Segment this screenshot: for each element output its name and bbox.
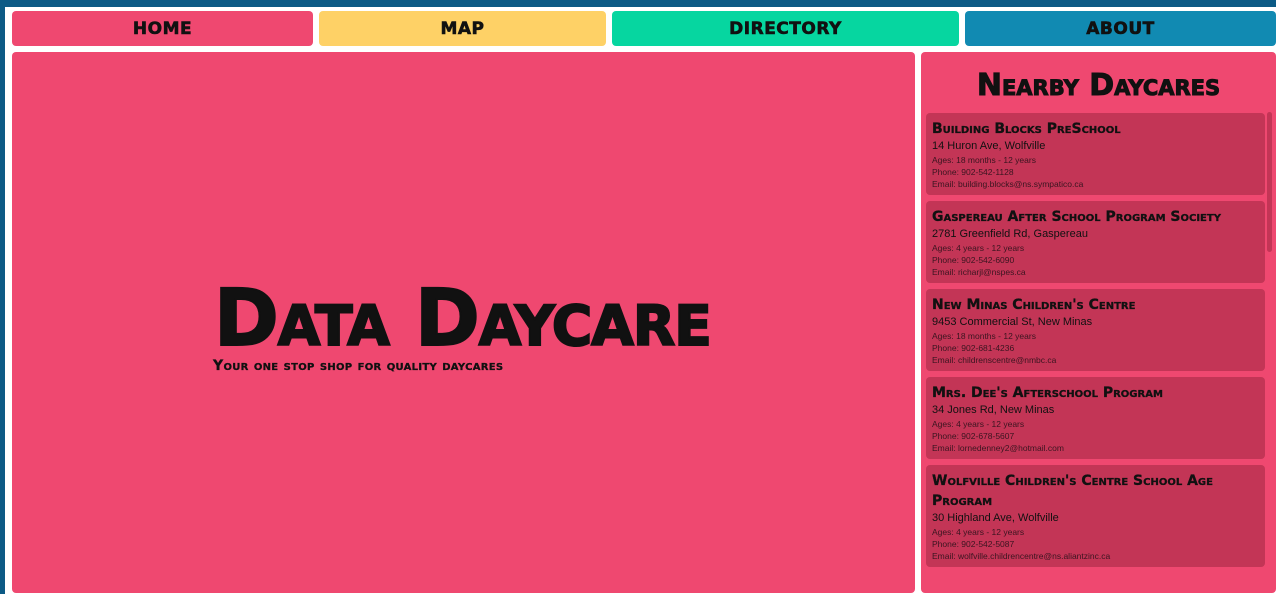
nav-about-button[interactable]: ABOUT <box>965 11 1276 46</box>
daycare-name: Gaspereau After School Program Society <box>932 209 1221 225</box>
daycare-address: 34 Jones Rd, New Minas <box>932 404 1055 416</box>
daycare-card[interactable]: New Minas Children's Centre 9453 Commerc… <box>926 289 1265 371</box>
window-frame-top <box>0 0 1276 7</box>
daycare-email: Email: wolfville.childrencentre@ns.alian… <box>932 551 1111 561</box>
hero-title: Data Daycare <box>213 274 713 364</box>
daycare-name: New Minas Children's Centre <box>932 297 1136 313</box>
daycare-address: 14 Huron Ave, Wolfville <box>932 140 1046 152</box>
daycare-address: 2781 Greenfield Rd, Gaspereau <box>932 228 1088 240</box>
daycare-card[interactable]: Gaspereau After School Program Society 2… <box>926 201 1265 283</box>
daycare-email: Email: lornedenney2@hotmail.com <box>932 443 1064 453</box>
daycare-email: Email: building.blocks@ns.sympatico.ca <box>932 179 1084 189</box>
nearby-daycares-panel: Nearby Daycares Building Blocks PreSchoo… <box>921 52 1276 593</box>
daycare-name: Mrs. Dee's Afterschool Program <box>932 385 1163 401</box>
nav-map-button[interactable]: MAP <box>319 11 606 46</box>
daycare-name: Building Blocks PreSchool <box>932 121 1121 137</box>
daycare-address: 30 Highland Ave, Wolfville <box>932 512 1059 524</box>
hero-subtitle: Your one stop shop for quality daycares <box>213 358 504 374</box>
nav-directory-button[interactable]: DIRECTORY <box>612 11 959 46</box>
sidebar-title: Nearby Daycares <box>976 68 1221 104</box>
daycare-email: Email: richarjl@nspes.ca <box>932 267 1026 277</box>
daycare-ages: Ages: 18 months - 12 years <box>932 331 1036 341</box>
daycare-ages: Ages: 4 years - 12 years <box>932 243 1025 253</box>
daycare-card[interactable]: Mrs. Dee's Afterschool Program 34 Jones … <box>926 377 1265 459</box>
daycare-ages: Ages: 4 years - 12 years <box>932 527 1025 537</box>
daycare-card[interactable]: Wolfville Children's Centre School Age P… <box>926 465 1265 567</box>
daycare-name: Wolfville Children's Centre School Age P… <box>932 473 1213 509</box>
daycare-ages: Ages: 4 years - 12 years <box>932 419 1025 429</box>
daycare-email: Email: childrenscentre@nmbc.ca <box>932 355 1057 365</box>
window-frame-left <box>0 0 5 594</box>
daycare-list[interactable]: Building Blocks PreSchool 14 Huron Ave, … <box>926 113 1265 593</box>
daycare-phone: Phone: 902-542-1128 <box>932 167 1014 177</box>
nav-home-button[interactable]: HOME <box>12 11 313 46</box>
daycare-address: 9453 Commercial St, New Minas <box>932 316 1093 328</box>
sidebar-scrollbar[interactable] <box>1267 112 1272 252</box>
daycare-ages: Ages: 18 months - 12 years <box>932 155 1036 165</box>
daycare-card[interactable]: Building Blocks PreSchool 14 Huron Ave, … <box>926 113 1265 195</box>
daycare-phone: Phone: 902-678-5607 <box>932 431 1015 441</box>
daycare-phone: Phone: 902-681-4236 <box>932 343 1015 353</box>
daycare-phone: Phone: 902-542-6090 <box>932 255 1015 265</box>
daycare-phone: Phone: 902-542-5087 <box>932 539 1015 549</box>
hero-panel: Data Daycare Your one stop shop for qual… <box>12 52 915 593</box>
